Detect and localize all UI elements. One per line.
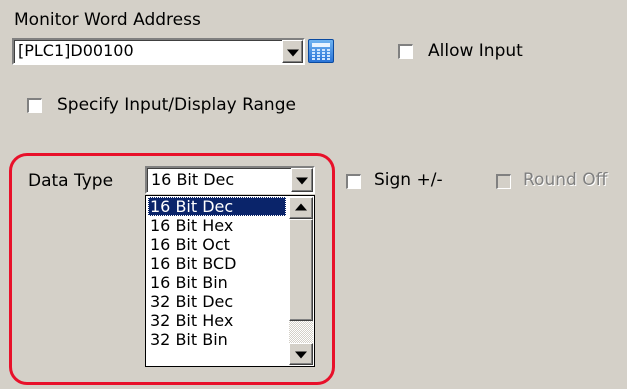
data-type-option[interactable]: 32 Bit Hex [148, 311, 286, 330]
calculator-icon[interactable] [308, 39, 334, 63]
scroll-thumb[interactable] [289, 219, 313, 321]
sign-label[interactable]: Sign +/- [374, 170, 443, 190]
scroll-up-icon [295, 203, 307, 211]
monitor-word-address-value: [PLC1]D00100 [18, 41, 134, 60]
calculator-keys [312, 49, 330, 60]
data-type-option[interactable]: 16 Bit Bin [148, 273, 286, 292]
data-type-dropdown-list[interactable]: 16 Bit Dec 16 Bit Hex 16 Bit Oct 16 Bit … [145, 195, 315, 367]
data-type-option[interactable]: 16 Bit Dec [148, 197, 286, 216]
round-off-checkbox [496, 174, 511, 189]
monitor-word-address-label: Monitor Word Address [14, 10, 201, 30]
allow-input-checkbox[interactable] [398, 44, 413, 59]
monitor-word-address-combo[interactable]: [PLC1]D00100 [12, 38, 305, 65]
data-type-option[interactable]: 16 Bit BCD [148, 254, 286, 273]
data-type-option[interactable]: 32 Bit Dec [148, 292, 286, 311]
data-type-option[interactable]: 16 Bit Oct [148, 235, 286, 254]
scroll-down-icon [295, 351, 307, 359]
data-type-label: Data Type [28, 171, 114, 191]
data-type-option[interactable]: 32 Bit Bin [148, 330, 286, 349]
sign-checkbox[interactable] [346, 174, 361, 189]
specify-range-checkbox[interactable] [27, 98, 42, 113]
allow-input-label[interactable]: Allow Input [428, 41, 523, 61]
data-type-dropdown-button[interactable] [291, 168, 313, 192]
specify-range-label[interactable]: Specify Input/Display Range [57, 95, 296, 115]
data-type-selected-value: 16 Bit Dec [151, 170, 235, 189]
data-type-select[interactable]: 16 Bit Dec [145, 166, 315, 194]
scroll-down-button[interactable] [289, 343, 313, 365]
chevron-down-icon [296, 177, 308, 185]
calculator-screen [312, 43, 330, 47]
data-type-option[interactable]: 16 Bit Hex [148, 216, 286, 235]
monitor-word-address-dropdown-button[interactable] [282, 40, 303, 63]
dropdown-scrollbar[interactable] [289, 197, 313, 365]
round-off-label: Round Off [523, 170, 608, 190]
scroll-up-button[interactable] [289, 197, 313, 219]
chevron-down-icon [286, 49, 299, 57]
